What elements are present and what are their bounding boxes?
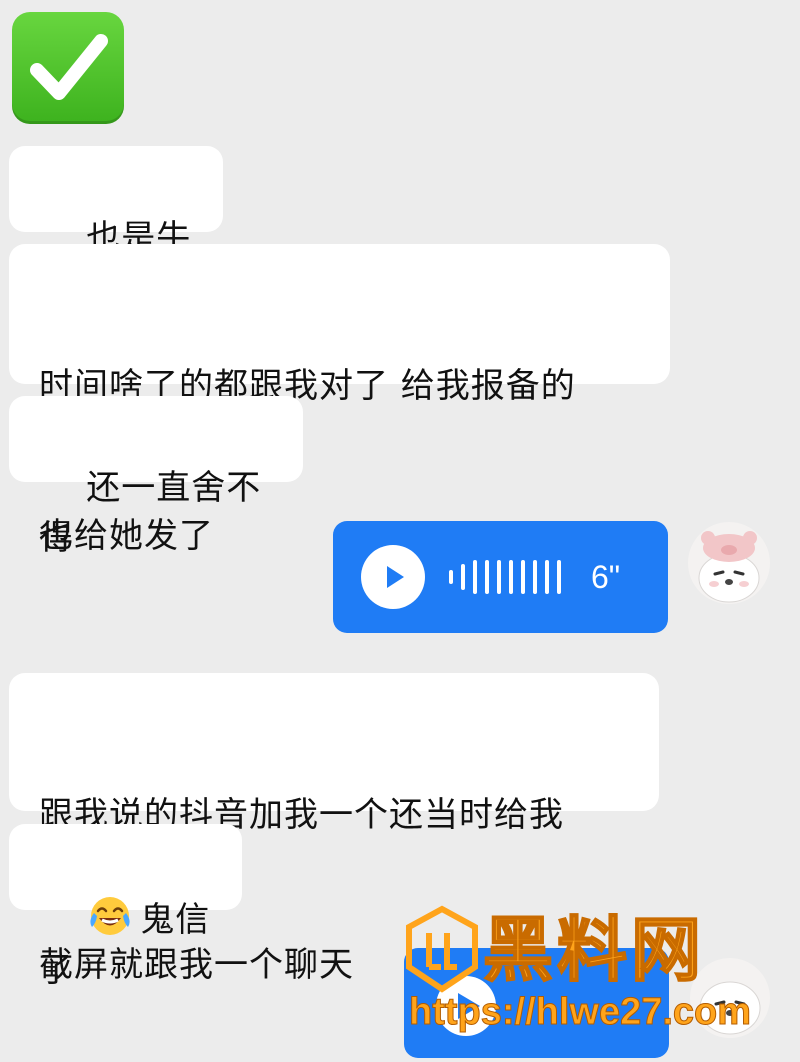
check-mark-emoji[interactable] [12,12,124,124]
voice-duration: 6" [591,558,621,595]
message-bubble[interactable]: 也是牛逼 [9,146,223,308]
play-icon [387,566,404,588]
check-icon [30,34,108,100]
laugh-emoji-icon [90,897,130,935]
message-bubble[interactable]: 时间啥了的都跟我对了 给我报备的 也给她发了 [9,244,670,556]
watermark-url: https://hlwe27.com [408,991,752,1034]
watermark-logo-icon [406,905,478,993]
avatar[interactable] [688,522,770,604]
watermark: 黑料网 https://hlwe27.com [405,905,785,1055]
message-bubble[interactable]: 跟我说的抖音加我一个还当时给我 截屏就跟我一个聊天 [9,673,659,985]
bear-sticker-icon [698,531,760,603]
watermark-title: 黑料网 [482,908,705,992]
message-bubble[interactable]: 还一直舍不得 [9,396,303,558]
message-bubble[interactable]: 鬼信了 [9,824,242,990]
voice-message[interactable]: 6" [333,521,668,633]
voice-waveform [449,560,561,594]
play-button[interactable] [361,545,425,609]
chat-view: 也是牛逼 时间啥了的都跟我对了 给我报备的 也给她发了 还一直舍不得 6" [0,0,800,1062]
